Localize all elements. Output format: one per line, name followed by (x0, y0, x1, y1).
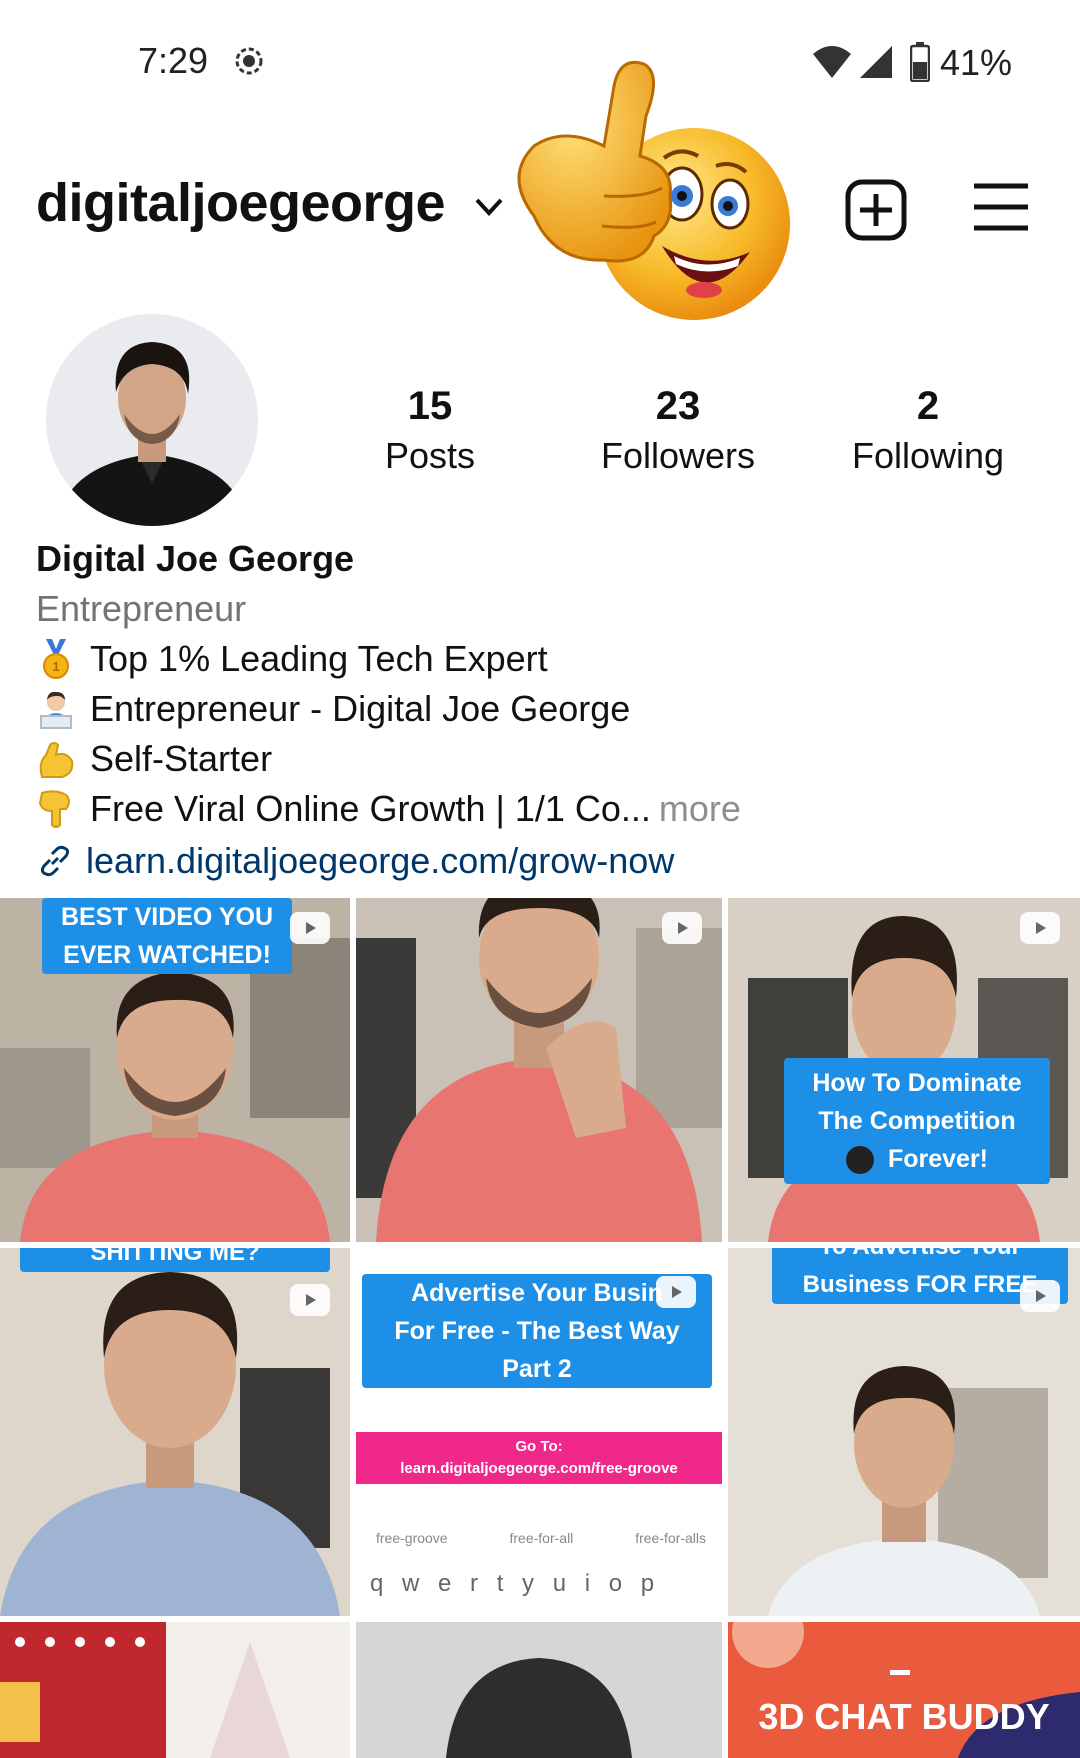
goto-url: learn.digitaljoegeorge.com/free-groove (400, 1460, 678, 1477)
caption-word: Forever! (887, 1145, 989, 1173)
keyboard-row: q w e r t y u i o p (370, 1570, 661, 1597)
account-switcher[interactable]: digitaljoegeorge (36, 172, 446, 234)
signal-icon (860, 46, 892, 78)
bio-line: Free Viral Online Growth | 1/1 Co... mor… (36, 788, 741, 830)
goto-label: Go To: (515, 1438, 563, 1455)
following-number: 2 (916, 384, 940, 428)
screen-record-icon (235, 47, 263, 75)
status-time: 7:29 (138, 40, 209, 81)
reel-icon (290, 912, 330, 944)
profile-category: Entrepreneur (36, 588, 247, 629)
caption-line: How To Dominate (812, 1069, 1022, 1097)
profile-avatar[interactable] (46, 314, 258, 526)
following-count[interactable]: 2 Following (818, 384, 1038, 477)
caption-line: The Competition (818, 1107, 1016, 1135)
post-thumbnail (356, 1622, 722, 1758)
medal-icon: 1 (43, 639, 69, 679)
grid-post[interactable]: To Advertise YourBusiness FOR FREE (728, 1248, 1080, 1616)
followers-count[interactable]: 23 Followers (568, 384, 788, 477)
avatar-photo (46, 314, 258, 526)
posts-number: 15 (407, 384, 453, 428)
grid-post[interactable] (356, 1622, 722, 1758)
bio-more-link[interactable]: more (659, 788, 741, 830)
grid-post[interactable]: BEST VIDEO YOU EVER WATCHED! (0, 898, 350, 1242)
technologist-icon (40, 691, 72, 729)
post-thumbnail (0, 1622, 350, 1758)
thumbs-up-emoji-sticker (517, 60, 790, 320)
bomb-icon (845, 1146, 874, 1175)
reel-icon (656, 1276, 696, 1308)
posts-label: Posts (384, 435, 476, 476)
reel-icon (1020, 1280, 1060, 1312)
bio-text: Entrepreneur - Digital Joe George (90, 688, 631, 729)
caption-line: Forever! (784, 1140, 1050, 1178)
keyboard-suggestions: free-groove free-for-all free-for-alls (376, 1530, 706, 1546)
bio-text: Top 1% Leading Tech Expert (90, 638, 548, 679)
caption-line: For Free - The Best Way (394, 1317, 680, 1345)
following-label: Following (851, 435, 1005, 476)
battery-percent: 41% (940, 42, 1013, 83)
followers-label: Followers (600, 435, 756, 476)
suggestion: free-groove (376, 1530, 448, 1546)
profile-link[interactable]: learn.digitaljoegeorge.com/grow-now (36, 840, 674, 882)
caption-line: To Advertise Your (772, 1248, 1068, 1266)
post-title: 3D CHAT BUDDY (758, 1696, 1050, 1737)
grid-post[interactable]: SHITTING ME? (0, 1248, 350, 1616)
profile-link-text: learn.digitaljoegeorge.com/grow-now (86, 840, 675, 881)
flexed-biceps-icon (39, 742, 74, 778)
caption-line: Part 2 (502, 1355, 572, 1383)
wifi-icon (813, 46, 851, 78)
profile-name: Digital Joe George (36, 538, 355, 579)
grid-post[interactable]: How To Dominate The Competition Forever! (728, 898, 1080, 1242)
battery-icon (910, 42, 930, 82)
grid-post[interactable] (356, 898, 722, 1242)
goto-banner: Go To: learn.digitaljoegeorge.com/free-gr… (356, 1432, 722, 1484)
post-caption-banner: BEST VIDEO YOU EVER WATCHED! (42, 898, 292, 974)
post-caption-banner: SHITTING ME? (20, 1248, 330, 1272)
grid-post[interactable]: 3D CHAT BUDDY (728, 1622, 1080, 1758)
bio-text: Self-Starter (90, 738, 273, 779)
reel-icon (662, 912, 702, 944)
post-thumbnail (356, 898, 722, 1242)
post-caption-banner: How To Dominate The Competition Forever! (784, 1058, 1050, 1184)
reel-icon (290, 1284, 330, 1316)
followers-number: 23 (655, 384, 701, 428)
svg-text:1: 1 (52, 659, 59, 674)
grid-post[interactable] (0, 1622, 350, 1758)
pointing-down-icon (38, 790, 70, 828)
new-post-icon[interactable] (844, 178, 908, 242)
suggestion: free-for-all (509, 1530, 574, 1546)
bio-line: Entrepreneur - Digital Joe George (36, 688, 630, 730)
link-icon (40, 845, 70, 877)
menu-icon[interactable] (972, 182, 1030, 232)
caption-line: EVER WATCHED! (63, 941, 271, 969)
suggestion: free-for-alls (635, 1530, 706, 1546)
bio-text: Free Viral Online Growth | 1/1 Co... (90, 788, 651, 829)
bio-line: 1 Top 1% Leading Tech Expert (36, 638, 548, 680)
posts-count[interactable]: 15 Posts (320, 384, 540, 477)
caption-line: BEST VIDEO YOU (60, 903, 274, 931)
bio-line: Self-Starter (36, 738, 272, 780)
reel-icon (1020, 912, 1060, 944)
grid-post[interactable]: Advertise Your Busin For Free - The Best … (356, 1248, 722, 1616)
